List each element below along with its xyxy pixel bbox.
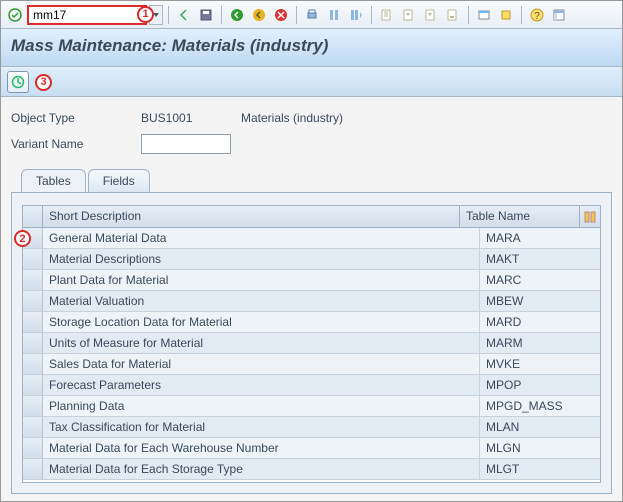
- row-selector[interactable]: [23, 291, 43, 312]
- cell-short-description: Plant Data for Material: [43, 270, 480, 291]
- exit-icon[interactable]: [249, 5, 269, 25]
- table-row[interactable]: Material Data for Each Warehouse NumberM…: [23, 438, 600, 459]
- tcode-area: 1: [27, 5, 163, 25]
- last-page-icon[interactable]: [443, 5, 463, 25]
- page-title: Mass Maintenance: Materials (industry): [11, 36, 612, 56]
- object-type-desc: Materials (industry): [241, 111, 343, 125]
- page-title-bar: Mass Maintenance: Materials (industry): [1, 29, 622, 67]
- nav-back-icon[interactable]: [227, 5, 247, 25]
- print-icon[interactable]: [302, 5, 322, 25]
- first-page-icon[interactable]: [377, 5, 397, 25]
- cell-short-description: Tax Classification for Material: [43, 417, 480, 438]
- cell-short-description: Material Data for Each Storage Type: [43, 459, 480, 480]
- row-selector[interactable]: [23, 270, 43, 291]
- next-page-icon[interactable]: [421, 5, 441, 25]
- table-row[interactable]: Plant Data for MaterialMARC: [23, 270, 600, 291]
- table-row[interactable]: Sales Data for MaterialMVKE: [23, 354, 600, 375]
- app-toolbar: 3: [1, 67, 622, 97]
- cell-table-name: MARM: [480, 333, 600, 354]
- back-icon[interactable]: [174, 5, 194, 25]
- variant-input[interactable]: [141, 134, 231, 154]
- execute-button[interactable]: [7, 71, 29, 93]
- object-type-value: BUS1001: [141, 111, 241, 125]
- grid-body[interactable]: General Material DataMARAMaterial Descri…: [23, 228, 600, 482]
- table-row[interactable]: Material DescriptionsMAKT: [23, 249, 600, 270]
- svg-text:?: ?: [534, 11, 540, 22]
- layout-icon[interactable]: [549, 5, 569, 25]
- row-selector[interactable]: [23, 249, 43, 270]
- table-row[interactable]: General Material DataMARA: [23, 228, 600, 249]
- cell-short-description: Units of Measure for Material: [43, 333, 480, 354]
- cell-table-name: MARC: [480, 270, 600, 291]
- callout-2: 2: [14, 230, 31, 247]
- new-session-icon[interactable]: [474, 5, 494, 25]
- table-row[interactable]: Planning DataMPGD_MASS: [23, 396, 600, 417]
- cell-short-description: Sales Data for Material: [43, 354, 480, 375]
- grid-config-icon[interactable]: [580, 206, 600, 227]
- cell-table-name: MLGN: [480, 438, 600, 459]
- help-icon[interactable]: ?: [527, 5, 547, 25]
- cell-short-description: Material Valuation: [43, 291, 480, 312]
- row-selector[interactable]: [23, 312, 43, 333]
- shortcut-icon[interactable]: [496, 5, 516, 25]
- cell-short-description: Forecast Parameters: [43, 375, 480, 396]
- row-selector[interactable]: [23, 396, 43, 417]
- cell-table-name: MAKT: [480, 249, 600, 270]
- table-row[interactable]: Storage Location Data for MaterialMARD: [23, 312, 600, 333]
- cell-table-name: MVKE: [480, 354, 600, 375]
- cell-short-description: Planning Data: [43, 396, 480, 417]
- cell-short-description: General Material Data: [43, 228, 480, 249]
- table-row[interactable]: Forecast ParametersMPOP: [23, 375, 600, 396]
- save-icon[interactable]: [196, 5, 216, 25]
- callout-1: 1: [137, 6, 154, 23]
- grid-col-table-name[interactable]: Table Name: [460, 206, 580, 227]
- tab-fields[interactable]: Fields: [88, 169, 150, 192]
- table-row[interactable]: Tax Classification for MaterialMLAN: [23, 417, 600, 438]
- table-row[interactable]: Material ValuationMBEW: [23, 291, 600, 312]
- cancel-icon[interactable]: [271, 5, 291, 25]
- cell-table-name: MPGD_MASS: [480, 396, 600, 417]
- tabstrip: Tables Fields: [21, 169, 612, 192]
- selection-form: Object Type BUS1001 Materials (industry)…: [1, 97, 622, 165]
- cell-table-name: MARA: [480, 228, 600, 249]
- grid-select-all[interactable]: [23, 206, 43, 227]
- row-selector[interactable]: [23, 333, 43, 354]
- cell-table-name: MPOP: [480, 375, 600, 396]
- row-selector[interactable]: [23, 375, 43, 396]
- tab-pane-tables: 2 Short Description Table Name General M…: [11, 192, 612, 494]
- tcode-input[interactable]: [27, 5, 147, 25]
- prev-page-icon[interactable]: [399, 5, 419, 25]
- grid-header: Short Description Table Name: [23, 206, 600, 228]
- enter-button[interactable]: [5, 5, 25, 25]
- cell-table-name: MBEW: [480, 291, 600, 312]
- callout-3: 3: [35, 74, 52, 91]
- tables-grid: Short Description Table Name General Mat…: [22, 205, 601, 483]
- tab-tables[interactable]: Tables: [21, 169, 86, 193]
- table-row[interactable]: Material Data for Each Storage TypeMLGT: [23, 459, 600, 480]
- cell-table-name: MLAN: [480, 417, 600, 438]
- system-toolbar: 1 ?: [1, 1, 622, 29]
- find-next-icon[interactable]: [346, 5, 366, 25]
- find-icon[interactable]: [324, 5, 344, 25]
- cell-short-description: Material Data for Each Warehouse Number: [43, 438, 480, 459]
- cell-short-description: Material Descriptions: [43, 249, 480, 270]
- row-selector[interactable]: [23, 417, 43, 438]
- cell-table-name: MARD: [480, 312, 600, 333]
- cell-short-description: Storage Location Data for Material: [43, 312, 480, 333]
- object-type-label: Object Type: [11, 111, 141, 125]
- table-row[interactable]: Units of Measure for MaterialMARM: [23, 333, 600, 354]
- grid-col-short-description[interactable]: Short Description: [43, 206, 460, 227]
- cell-table-name: MLGT: [480, 459, 600, 480]
- row-selector[interactable]: [23, 438, 43, 459]
- row-selector[interactable]: [23, 354, 43, 375]
- row-selector[interactable]: [23, 459, 43, 480]
- variant-label: Variant Name: [11, 137, 141, 151]
